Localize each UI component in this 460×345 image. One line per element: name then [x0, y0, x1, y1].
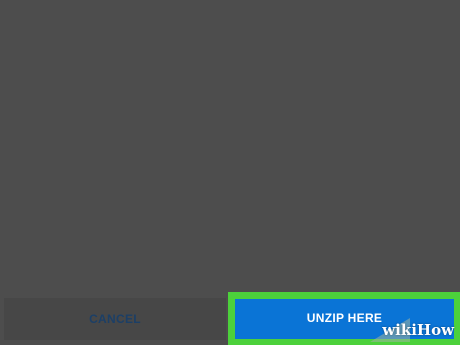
app-screen: CANCEL UNZIP HERE wikiHow [0, 0, 460, 345]
watermark-wiki: wiki [382, 321, 417, 339]
watermark-text: wikiHow [382, 321, 454, 339]
cancel-button[interactable]: CANCEL [4, 298, 226, 340]
dialog-button-bar: CANCEL UNZIP HERE wikiHow [0, 292, 460, 345]
watermark-how: How [416, 321, 454, 339]
wikihow-watermark: wikiHow [370, 318, 454, 342]
